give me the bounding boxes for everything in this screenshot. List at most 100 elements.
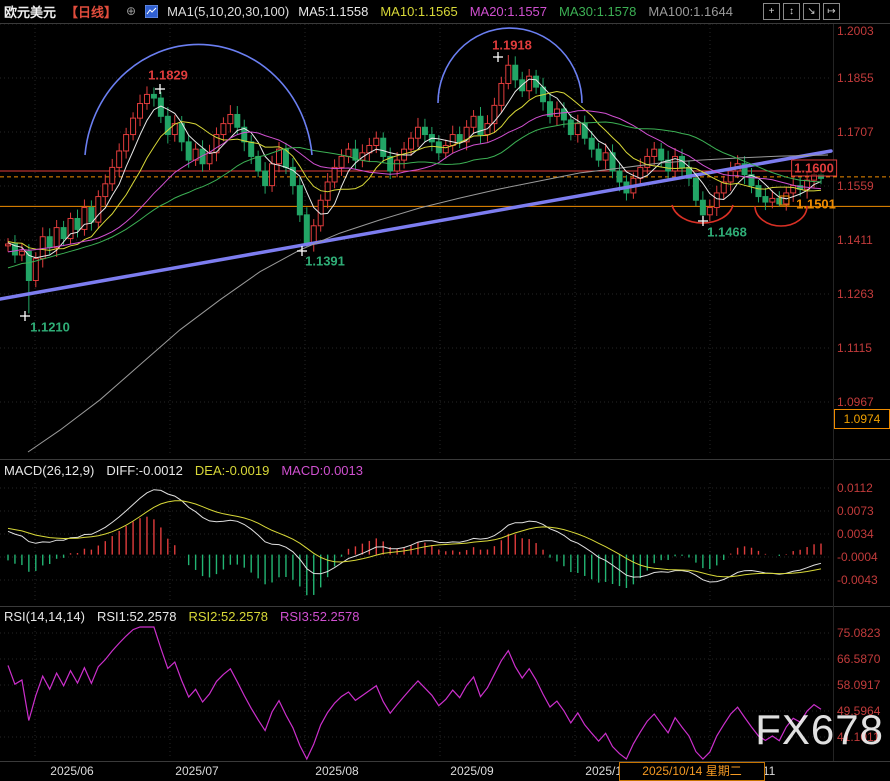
candle-body bbox=[96, 197, 101, 223]
rsi1-value: RSI1:52.2578 bbox=[97, 609, 177, 624]
macd-dea-value: DEA:-0.0019 bbox=[195, 463, 269, 478]
candle-body bbox=[777, 198, 782, 203]
axis-scale-icon[interactable]: ↘ bbox=[803, 3, 820, 20]
ma-value-label: MA100:1.1644 bbox=[648, 4, 733, 19]
candle-body bbox=[652, 149, 657, 156]
macd-title: MACD(26,12,9) bbox=[4, 463, 94, 478]
candle-body bbox=[75, 218, 80, 229]
candle-body bbox=[381, 138, 386, 156]
candle-body bbox=[645, 156, 650, 167]
candle-body bbox=[812, 175, 817, 180]
candle-body bbox=[151, 94, 156, 98]
candle-body bbox=[499, 83, 504, 105]
candle-body bbox=[131, 118, 136, 134]
candle-body bbox=[40, 237, 45, 259]
candle-body bbox=[818, 175, 823, 179]
add-overlay-icon[interactable]: ⊕ bbox=[126, 4, 136, 18]
candle-body bbox=[297, 186, 302, 215]
candle-body bbox=[770, 198, 775, 202]
macd-diff-value: DIFF:-0.0012 bbox=[106, 463, 183, 478]
crosshair-icon[interactable]: + bbox=[763, 3, 780, 20]
rsi3-value: RSI3:52.2578 bbox=[280, 609, 360, 624]
rsi-title: RSI(14,14,14) bbox=[4, 609, 85, 624]
candle-body bbox=[443, 146, 448, 153]
price-marker-box: 1.0974 bbox=[834, 409, 890, 429]
candle-body bbox=[506, 65, 511, 83]
candle-body bbox=[221, 124, 226, 135]
candle-body bbox=[659, 149, 664, 160]
candle-body bbox=[346, 149, 351, 156]
crosshair-date-label: 2025/10/14 星期二 bbox=[619, 762, 765, 781]
rsi-line bbox=[8, 627, 821, 759]
candle-body bbox=[207, 153, 212, 164]
rsi-header: RSI(14,14,14) RSI1:52.2578 RSI2:52.2578 … bbox=[4, 609, 359, 624]
candle-body bbox=[54, 228, 59, 248]
candle-body bbox=[575, 124, 580, 135]
candle-body bbox=[596, 149, 601, 160]
chart-type-icon[interactable] bbox=[145, 5, 158, 18]
candle-body bbox=[707, 208, 712, 215]
chart-toolbar: +↕↘↦ bbox=[763, 3, 840, 20]
candle-body bbox=[374, 138, 379, 145]
candle-body bbox=[728, 171, 733, 182]
symbol-name: 欧元美元 bbox=[4, 2, 56, 21]
macd-bar-value: MACD:0.0013 bbox=[281, 463, 363, 478]
candle-body bbox=[263, 171, 268, 186]
macd-header: MACD(26,12,9) DIFF:-0.0012 DEA:-0.0019 M… bbox=[4, 463, 363, 478]
ma-values: MA5:1.1558 MA10:1.1565 MA20:1.1557 MA30:1.1… bbox=[298, 4, 733, 19]
candle-body bbox=[110, 167, 115, 183]
trading-chart-app: 欧元美元 【日线】 ⊕ MA1(5,10,20,30,100) MA5:1.15… bbox=[0, 0, 890, 781]
annotation-arc bbox=[755, 206, 807, 226]
candle-body bbox=[19, 251, 24, 255]
candle-body bbox=[554, 109, 559, 116]
timeframe-label[interactable]: 【日线】 bbox=[65, 2, 117, 21]
candle-body bbox=[666, 160, 671, 171]
candle-body bbox=[395, 160, 400, 171]
ma-value-label: MA10:1.1565 bbox=[380, 4, 457, 19]
main-chart-header: 欧元美元 【日线】 ⊕ MA1(5,10,20,30,100) MA5:1.15… bbox=[0, 0, 890, 22]
candle-body bbox=[693, 178, 698, 200]
candle-body bbox=[6, 244, 11, 246]
fit-vertical-icon[interactable]: ↕ bbox=[783, 3, 800, 20]
candle-body bbox=[138, 104, 143, 119]
candle-body bbox=[513, 65, 518, 80]
candle-body bbox=[47, 237, 52, 248]
candle-body bbox=[763, 197, 768, 202]
candle-body bbox=[256, 156, 261, 171]
candle-body bbox=[249, 142, 254, 157]
annotation-arc bbox=[85, 44, 312, 155]
candle-body bbox=[527, 76, 532, 91]
candle-body bbox=[270, 164, 275, 186]
candle-body bbox=[638, 167, 643, 178]
candle-body bbox=[617, 171, 622, 182]
candle-body bbox=[235, 114, 240, 127]
candle-body bbox=[332, 167, 337, 182]
ma5-line bbox=[8, 79, 821, 258]
candle-body bbox=[756, 186, 761, 197]
candle-body bbox=[568, 120, 573, 135]
candle-body bbox=[415, 127, 420, 138]
candle-body bbox=[714, 193, 719, 208]
trend-line bbox=[0, 151, 831, 299]
candle-body bbox=[144, 94, 149, 103]
rsi2-value: RSI2:52.2578 bbox=[188, 609, 268, 624]
candle-body bbox=[228, 114, 233, 123]
candle-body bbox=[304, 215, 309, 244]
ma-value-label: MA20:1.1557 bbox=[470, 4, 547, 19]
candle-body bbox=[89, 208, 94, 223]
candle-body bbox=[422, 127, 427, 134]
candle-body bbox=[457, 135, 462, 142]
candle-body bbox=[589, 138, 594, 149]
ma20-line bbox=[8, 111, 821, 252]
candle-body bbox=[117, 151, 122, 167]
ma-value-label: MA30:1.1578 bbox=[559, 4, 636, 19]
candle-body bbox=[124, 135, 129, 151]
pan-right-icon[interactable]: ↦ bbox=[823, 3, 840, 20]
candle-body bbox=[471, 116, 476, 127]
watermark: FX678 bbox=[755, 706, 884, 754]
candle-body bbox=[61, 228, 66, 239]
chart-canvas[interactable] bbox=[0, 0, 890, 781]
ma-value-label: MA5:1.1558 bbox=[298, 4, 368, 19]
candle-body bbox=[339, 156, 344, 167]
candle-body bbox=[791, 186, 796, 193]
